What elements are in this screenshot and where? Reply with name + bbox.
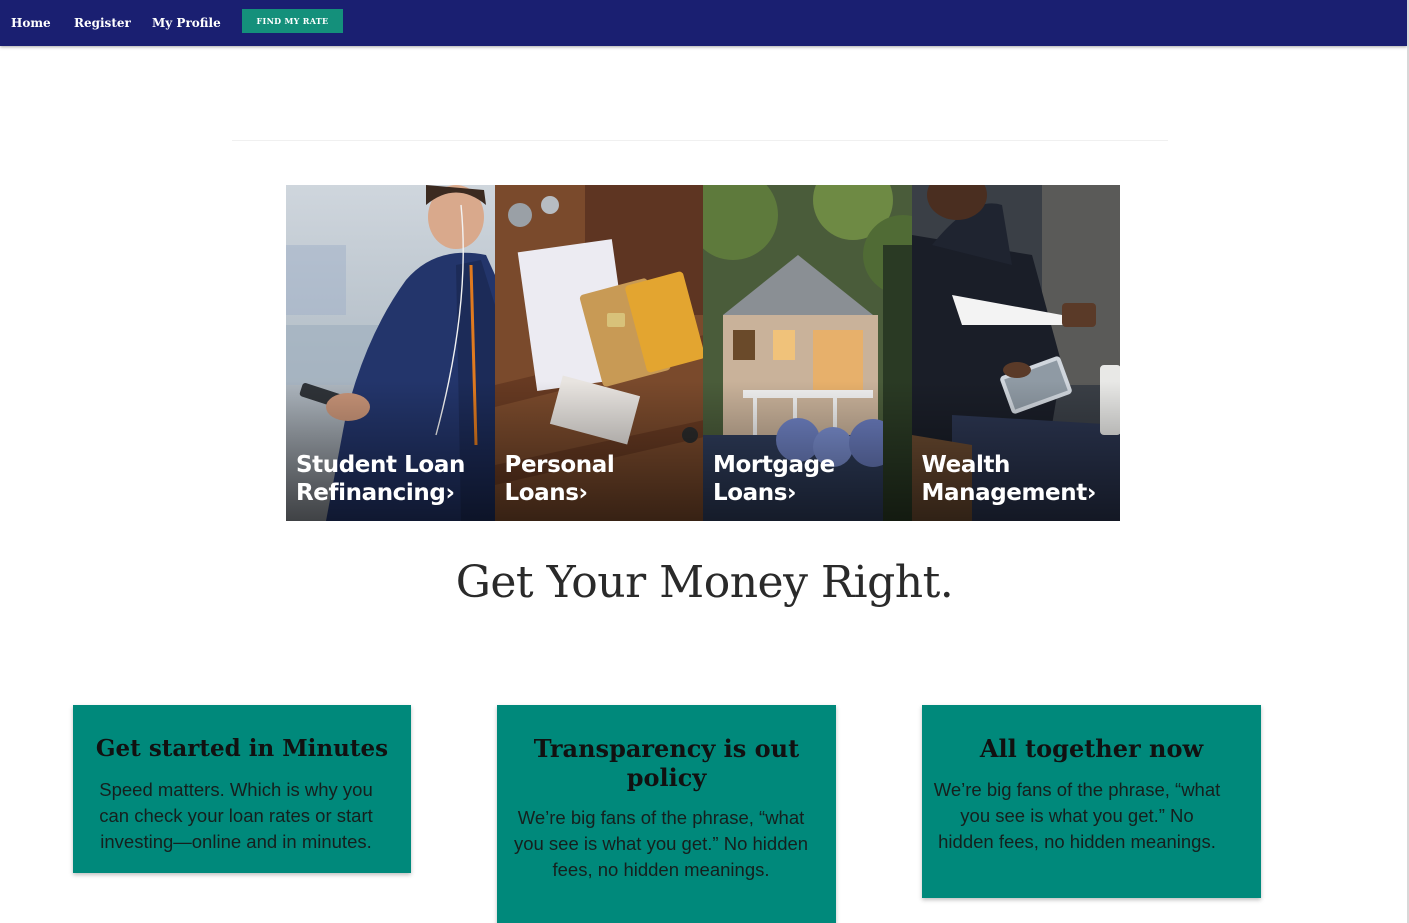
chevron-right-icon: › <box>578 480 588 506</box>
tile-label: Mortgage Loans› <box>713 452 835 506</box>
tile-mortgage-loans[interactable]: Mortgage Loans› <box>703 185 912 521</box>
feature-card-get-started: Get started in Minutes Speed matters. Wh… <box>73 705 411 873</box>
card-text: We’re big fans of the phrase, “what you … <box>513 807 809 880</box>
tile-label: Personal Loans› <box>504 452 615 506</box>
card-title: All together now <box>979 734 1204 763</box>
feature-card-all-together: All together now We’re big fans of the p… <box>922 705 1261 898</box>
card-title: Get started in Minutes <box>95 735 389 762</box>
chevron-right-icon: › <box>1086 480 1096 506</box>
find-my-rate-button[interactable]: FIND MY RATE <box>242 9 343 33</box>
card-text: We’re big fans of the phrase, “what you … <box>933 779 1221 852</box>
nav-home-link[interactable]: Home <box>11 16 51 30</box>
page-headline: Get Your Money Right. <box>455 557 954 608</box>
chevron-right-icon: › <box>445 480 455 506</box>
tile-student-loan-refinancing[interactable]: Student Loan Refinancing› <box>286 185 495 521</box>
nav-my-profile-link[interactable]: My Profile <box>152 16 221 30</box>
tile-personal-loans[interactable]: Personal Loans› <box>494 185 703 521</box>
feature-card-transparency: Transparency is out policy We’re big fan… <box>497 705 836 923</box>
nav-register-link[interactable]: Register <box>74 16 131 30</box>
top-navbar: Home Register My Profile FIND MY RATE <box>0 0 1407 46</box>
card-title: Transparency is out policy <box>533 734 800 792</box>
tile-wealth-management[interactable]: Wealth Management› <box>911 185 1120 521</box>
chevron-right-icon: › <box>787 480 797 506</box>
tile-label: Wealth Management› <box>921 452 1097 506</box>
tile-label: Student Loan Refinancing› <box>296 452 465 506</box>
section-divider <box>232 140 1168 141</box>
product-tiles: Student Loan Refinancing› Personal Loans… <box>286 185 1120 521</box>
card-text: Speed matters. Which is why you can chec… <box>99 779 373 852</box>
